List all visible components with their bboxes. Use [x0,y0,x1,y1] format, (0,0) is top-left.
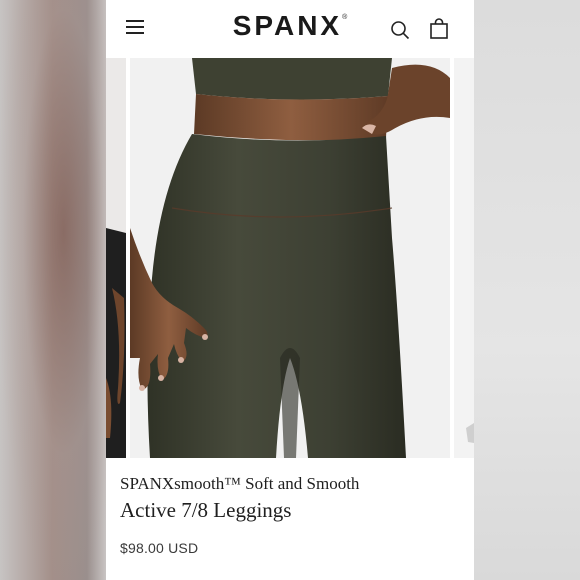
search-icon[interactable] [390,20,410,40]
product-title-line2[interactable]: Active 7/8 Leggings [120,498,291,523]
product-image-carousel[interactable] [106,58,474,458]
site-header: SPANX® [106,0,474,58]
product-photo [130,58,450,458]
mobile-page: SPANX® SPANXsmooth™ Soft and Smooth Acti… [106,0,474,580]
brand-logo[interactable]: SPANX® [106,10,474,42]
next-slide[interactable] [454,58,474,458]
product-price: $98.00 USD [120,540,199,556]
previous-slide[interactable] [106,58,126,458]
product-info: SPANXsmooth™ Soft and Smooth Active 7/8 … [106,458,474,580]
product-title-line1[interactable]: SPANXsmooth™ Soft and Smooth [120,474,359,494]
background-blur-left [0,0,106,580]
shopping-bag-icon[interactable] [429,18,449,39]
trademark-mark: ® [342,14,348,21]
background-blur-right [474,0,580,580]
brand-name: SPANX [232,10,343,41]
